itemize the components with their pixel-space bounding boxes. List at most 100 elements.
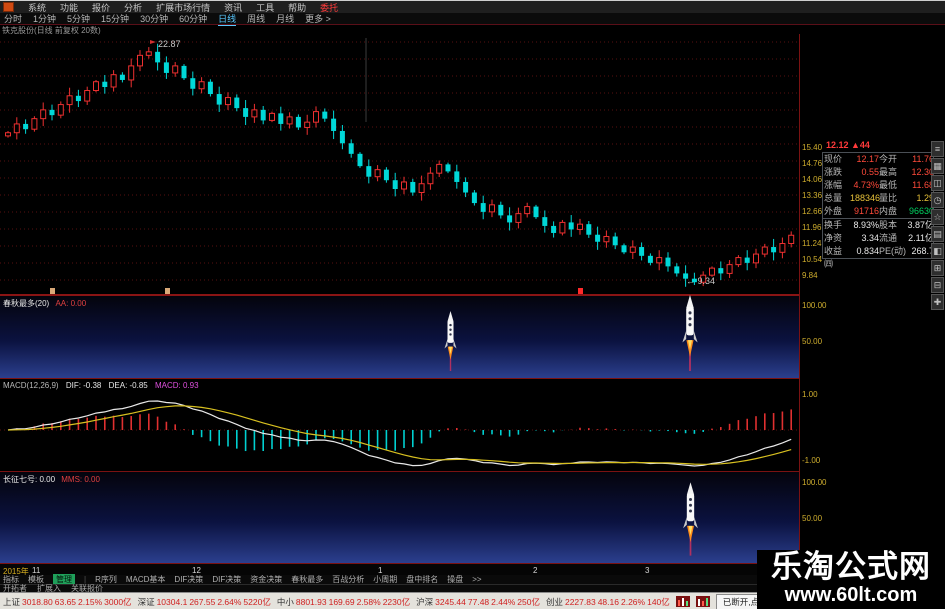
index-name: 深证 — [137, 596, 155, 607]
index-quote[interactable]: 深证 10304.1 267.55 2.64% 5220亿 — [138, 596, 271, 608]
move-icon[interactable]: ✚ — [931, 294, 944, 310]
period-tab[interactable]: 日线 — [218, 12, 237, 26]
quote-value: 268.7 — [911, 246, 934, 256]
quote-label: 今开 — [879, 154, 898, 164]
index-amount: 140亿 — [647, 596, 670, 607]
period-toolbar: 分时 1分钟 5分钟 15分钟 30分钟 60分钟 日线 周线 月线 更多 > — [0, 12, 945, 26]
panel-axis-label: 50.00 — [802, 514, 823, 523]
panel-axis-label: 50.00 — [802, 337, 823, 346]
layout-icon[interactable]: ◧ — [931, 243, 944, 259]
quote-value: 2.11亿 — [908, 233, 934, 243]
index-value: 2227.83 — [564, 596, 596, 607]
period-tab[interactable]: 60分钟 — [179, 12, 207, 25]
indicator-panel-changzheng[interactable]: 长征七号: 0.00 MMS: 0.00 — [0, 471, 799, 563]
candlestick-chart[interactable]: 22.87 ← 9.34 — [0, 34, 800, 292]
index-name: 上证 — [3, 596, 21, 607]
index-amount: 2230亿 — [382, 596, 411, 607]
chart-icon[interactable]: ◫ — [931, 175, 944, 191]
list-icon[interactable]: ≡ — [931, 141, 944, 157]
watermark-url: www.60lt.com — [784, 584, 918, 606]
month-label: 3 — [645, 566, 650, 575]
index-amount: 5220亿 — [243, 596, 271, 607]
quote-row: 涨跌 0.55 最高 12.30 — [823, 166, 934, 179]
price-axis-label: 12.66 — [802, 207, 823, 216]
index-change: 77.48 — [467, 596, 490, 607]
quote-value: 11.76 — [912, 154, 934, 164]
price-axis-label: 14.76 — [802, 159, 823, 168]
indicator-name: 长征七号: 0.00 — [3, 475, 56, 484]
quote-row: 收益㈣ 0.834 PE(动) 268.7 — [823, 245, 934, 269]
minus-grid-icon[interactable]: ⊟ — [931, 277, 944, 293]
period-tab[interactable]: 月线 — [276, 12, 294, 25]
rocket-signal-icon — [678, 295, 702, 376]
index-quotes: 上证 3018.80 63.65 2.15% 3000亿 深证 10304.1 267.55 2… — [3, 596, 670, 608]
plus-grid-icon[interactable]: ⊞ — [931, 260, 944, 276]
period-tab[interactable]: 周线 — [247, 12, 265, 25]
macd-dea-value: DEA: -0.85 — [108, 381, 148, 390]
indicator-label: 长征七号: 0.00 MMS: 0.00 — [3, 474, 100, 485]
price-axis-label: 13.36 — [802, 191, 823, 200]
star-icon[interactable]: ☆ — [931, 209, 944, 225]
clock-icon[interactable]: ◷ — [931, 192, 944, 208]
quote-value: 11.68 — [912, 180, 934, 190]
quote-value: 1.29 — [916, 193, 934, 203]
macd-macd-value: MACD: 0.93 — [155, 381, 199, 390]
doc-icon[interactable]: ▤ — [931, 226, 944, 242]
quote-value: 12.30 — [911, 167, 934, 177]
index-quote[interactable]: 沪深 3245.44 77.48 2.44% 250亿 — [416, 596, 540, 608]
index-change: 63.65 — [54, 596, 77, 607]
index-name: 创业 — [545, 596, 563, 607]
index-quote[interactable]: 上证 3018.80 63.65 2.15% 3000亿 — [3, 596, 132, 608]
quote-value: 3.34 — [861, 233, 879, 243]
price-axis-label: 11.24 — [802, 239, 822, 248]
period-tab[interactable]: 1分钟 — [33, 12, 56, 25]
quote-label: 最低 — [879, 180, 898, 190]
indicator-panel-chunqiu[interactable]: 春秋最多(20) AA: 0.00 — [0, 294, 799, 378]
quote-label: 内盘 — [879, 206, 898, 216]
price-axis-label: 15.40 — [802, 143, 823, 152]
macd-panel[interactable]: MACD(12,26,9) DIF: -0.38 DEA: -0.85 MACD… — [0, 378, 799, 471]
quote-value: 12.17 — [856, 154, 879, 164]
quote-value: 96630 — [908, 206, 934, 216]
index-quote[interactable]: 创业 2227.83 48.16 2.26% 140亿 — [546, 596, 670, 608]
period-tab[interactable]: 更多 > — [305, 12, 331, 25]
watermark-title: 乐淘公式网 — [771, 549, 931, 584]
mini-chart-icon[interactable] — [695, 596, 710, 607]
quote-label: 最高 — [879, 167, 898, 177]
index-change: 48.16 — [597, 596, 619, 607]
quote-value: 3.87亿 — [907, 220, 934, 230]
period-tab[interactable]: 分时 — [4, 12, 22, 25]
macd-label: MACD(12,26,9) DIF: -0.38 DEA: -0.85 MACD… — [3, 381, 199, 390]
period-tab[interactable]: 15分钟 — [101, 12, 129, 25]
indicator-value: AA: 0.00 — [55, 299, 87, 308]
indicator-name: 春秋最多(20) — [3, 299, 50, 308]
quote-value: 8.93% — [853, 220, 879, 230]
quote-value: 0.55 — [861, 167, 879, 177]
quote-box-secondary: 换手 8.93% 股本 3.87亿 净资 3.34 流通 2.11亿 收益㈣ 0.834 PE(动)… — [822, 219, 934, 269]
quote-row: 涨幅 4.73% 最低 11.68 — [823, 179, 934, 192]
panel-axis-label: 1.00 — [802, 390, 818, 399]
app-logo-icon — [3, 2, 14, 12]
quote-box-primary: 现价 12.17 今开 11.76 涨跌 0.55 最高 12.30 涨幅 4.73% 最低 11.6… — [822, 152, 934, 219]
quote-row: 换手 8.93% 股本 3.87亿 — [823, 219, 934, 232]
grid-icon[interactable]: ▦ — [931, 158, 944, 174]
index-percent: 2.15% — [78, 596, 103, 607]
index-quote[interactable]: 中小 8801.93 169.69 2.58% 2230亿 — [277, 596, 410, 608]
index-value: 3245.44 — [435, 596, 466, 607]
mini-chart-icon[interactable] — [675, 596, 690, 607]
index-name: 中小 — [276, 596, 294, 607]
quote-label: 流通 — [879, 233, 898, 243]
index-name: 沪深 — [416, 596, 434, 607]
quote-value: 0.834 — [856, 246, 879, 256]
index-percent: 2.64% — [217, 596, 242, 607]
svg-text:← 9.34: ← 9.34 — [686, 276, 715, 286]
indicator-tab[interactable]: >> — [472, 575, 481, 584]
index-amount: 250亿 — [517, 596, 540, 607]
period-tab[interactable]: 30分钟 — [140, 12, 168, 25]
price-axis-label: 11.96 — [802, 223, 822, 232]
panel-axis-label: 100.00 — [802, 301, 827, 310]
index-percent: 2.44% — [491, 596, 516, 607]
quote-row: 总量 188346 量比 1.29 — [823, 192, 934, 205]
panel-axis-label: -1.00 — [802, 456, 821, 465]
period-tab[interactable]: 5分钟 — [67, 12, 90, 25]
